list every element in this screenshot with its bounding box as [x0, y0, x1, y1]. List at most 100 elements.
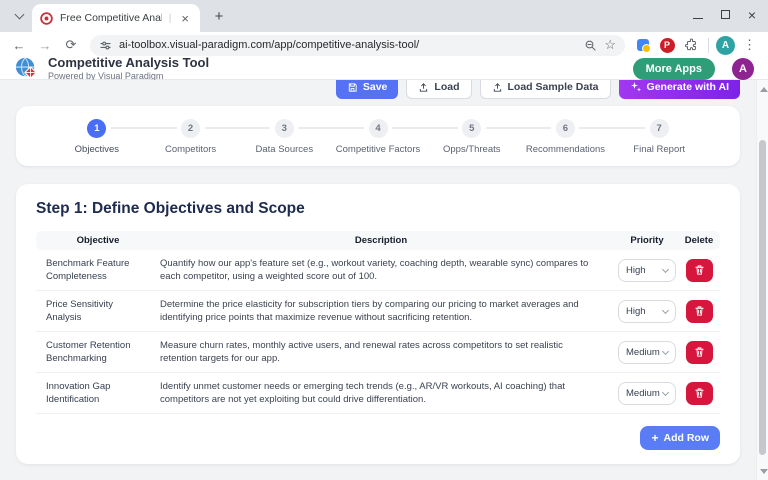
zoom-out-icon[interactable]	[584, 39, 597, 52]
browser-tab[interactable]: Free Competitive Analysis Tool | ×	[32, 4, 200, 32]
app-header: Competitive Analysis Tool Powered by Vis…	[0, 58, 768, 80]
chevron-down-icon	[662, 388, 669, 395]
scrollbar-up-arrow-icon[interactable]	[760, 87, 768, 92]
save-icon	[347, 82, 358, 93]
priority-select[interactable]: High	[618, 300, 676, 323]
trash-icon	[694, 387, 705, 399]
browser-menu-icon[interactable]: ⋮	[739, 37, 760, 53]
minimize-button[interactable]	[693, 6, 703, 24]
user-avatar[interactable]: A	[732, 58, 754, 80]
add-row-button[interactable]: + Add Row	[640, 426, 720, 450]
scrollbar-down-arrow-icon[interactable]	[760, 469, 768, 474]
app-title: Competitive Analysis Tool	[48, 56, 624, 71]
chevron-down-icon	[14, 10, 24, 20]
step-competitive-factors[interactable]: 4 Competitive Factors	[331, 118, 425, 155]
scrollbar-thumb[interactable]	[759, 140, 766, 455]
visual-paradigm-logo	[14, 56, 39, 81]
delete-row-button[interactable]	[686, 300, 713, 323]
maximize-icon	[721, 10, 730, 19]
trash-icon	[694, 264, 705, 276]
chevron-down-icon	[662, 347, 669, 354]
tab-strip: Free Competitive Analysis Tool | × + ×	[0, 0, 768, 32]
objective-cell: Innovation Gap Identification	[36, 380, 156, 406]
load-sample-data-button[interactable]: Load Sample Data	[480, 80, 611, 99]
pinterest-extension-icon[interactable]: P	[657, 35, 677, 55]
step-label: Competitors	[144, 144, 238, 155]
step-objectives[interactable]: 1 Objectives	[50, 118, 144, 155]
step-number: 3	[275, 119, 294, 138]
stepper: 1 Objectives 2 Competitors 3 Data Source…	[50, 118, 706, 155]
reload-button[interactable]: ⟳	[60, 34, 82, 56]
action-toolbar: Save Load Load Sample Data Generate with…	[16, 80, 740, 99]
load-button[interactable]: Load	[406, 80, 471, 99]
extensions-puzzle-icon[interactable]	[681, 35, 701, 55]
url-text[interactable]: ai-toolbox.visual-paradigm.com/app/compe…	[119, 39, 577, 51]
step-label: Opps/Threats	[425, 144, 519, 155]
step-number: 7	[650, 119, 669, 138]
stepper-card: 1 Objectives 2 Competitors 3 Data Source…	[16, 106, 740, 166]
column-header-delete: Delete	[678, 235, 720, 246]
table-row: Innovation Gap Identification Identify u…	[36, 373, 720, 414]
browser-profile-avatar[interactable]: A	[716, 36, 735, 55]
back-button[interactable]: ←	[8, 34, 30, 56]
objective-cell: Customer Retention Benchmarking	[36, 339, 156, 365]
description-cell: Measure churn rates, monthly active user…	[156, 339, 616, 365]
objective-cell: Price Sensitivity Analysis	[36, 298, 156, 324]
step-label: Recommendations	[519, 144, 613, 155]
upload-icon	[418, 82, 429, 93]
description-cell: Quantify how our app's feature set (e.g.…	[156, 257, 616, 283]
step-number: 5	[462, 119, 481, 138]
step-label: Objectives	[50, 144, 144, 155]
delete-row-button[interactable]	[686, 382, 713, 405]
table-row: Benchmark Feature Completeness Quantify …	[36, 250, 720, 291]
step-opps-threats[interactable]: 5 Opps/Threats	[425, 118, 519, 155]
minimize-icon	[693, 18, 703, 19]
tab-close-icon[interactable]: ×	[178, 11, 192, 26]
step-number: 4	[369, 119, 388, 138]
objectives-table: Objective Description Priority Delete Be…	[36, 231, 720, 414]
chevron-down-icon	[662, 265, 669, 272]
trash-icon	[694, 346, 705, 358]
step-competitors[interactable]: 2 Competitors	[144, 118, 238, 155]
page-scrollbar[interactable]	[756, 80, 768, 480]
bookmark-star-icon[interactable]: ☆	[604, 37, 616, 53]
description-cell: Identify unmet customer needs or emergin…	[156, 380, 616, 406]
step-data-sources[interactable]: 3 Data Sources	[237, 118, 331, 155]
upload-icon	[492, 82, 503, 93]
window-controls: ×	[693, 0, 762, 30]
step-label: Data Sources	[237, 144, 331, 155]
tab-search-button[interactable]	[6, 3, 32, 29]
column-header-description: Description	[156, 235, 616, 246]
tab-title-truncation: |	[169, 13, 172, 24]
window-close-button[interactable]: ×	[748, 8, 756, 22]
forward-button[interactable]: →	[34, 34, 56, 56]
page-title: Step 1: Define Objectives and Scope	[36, 200, 720, 218]
toolbar-divider	[708, 38, 709, 53]
page-content: Save Load Load Sample Data Generate with…	[0, 80, 768, 480]
table-row: Customer Retention Benchmarking Measure …	[36, 332, 720, 373]
step-recommendations[interactable]: 6 Recommendations	[519, 118, 613, 155]
drive-extension-icon[interactable]	[633, 35, 653, 55]
step-number: 6	[556, 119, 575, 138]
chevron-down-icon	[662, 306, 669, 313]
priority-select[interactable]: Medium	[618, 341, 676, 364]
step-number: 1	[87, 119, 106, 138]
generate-with-ai-button[interactable]: Generate with AI	[619, 80, 740, 99]
priority-select[interactable]: High	[618, 259, 676, 282]
step-label: Final Report	[612, 144, 706, 155]
priority-select[interactable]: Medium	[618, 382, 676, 405]
objective-cell: Benchmark Feature Completeness	[36, 257, 156, 283]
new-tab-button[interactable]: +	[206, 3, 232, 29]
delete-row-button[interactable]	[686, 341, 713, 364]
browser-window: Free Competitive Analysis Tool | × + × ←…	[0, 0, 768, 480]
pinterest-icon: P	[660, 38, 675, 53]
maximize-button[interactable]	[721, 6, 730, 24]
save-button[interactable]: Save	[336, 80, 399, 99]
site-settings-icon[interactable]	[99, 39, 112, 52]
step-final-report[interactable]: 7 Final Report	[612, 118, 706, 155]
address-bar[interactable]: ai-toolbox.visual-paradigm.com/app/compe…	[90, 35, 625, 56]
step1-card: Step 1: Define Objectives and Scope Obje…	[16, 184, 740, 464]
more-apps-button[interactable]: More Apps	[633, 58, 715, 80]
description-cell: Determine the price elasticity for subsc…	[156, 298, 616, 324]
delete-row-button[interactable]	[686, 259, 713, 282]
